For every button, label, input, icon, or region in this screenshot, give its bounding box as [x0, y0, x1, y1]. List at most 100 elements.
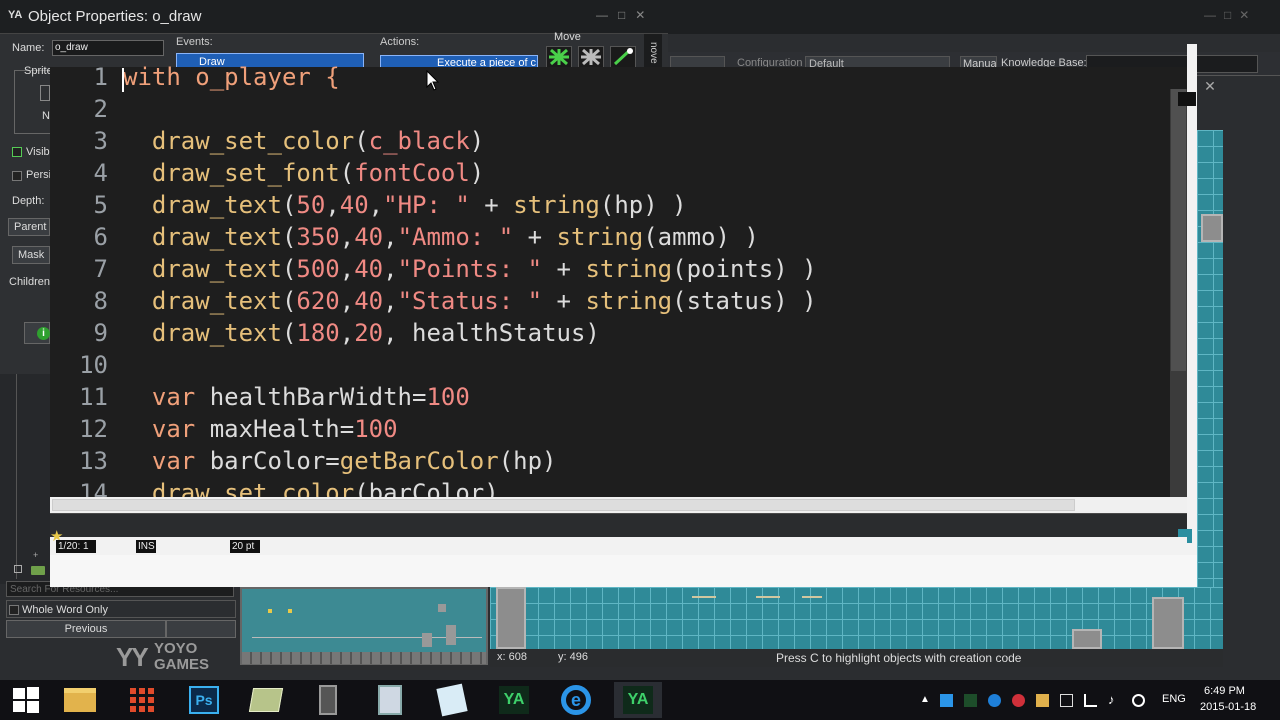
code-line[interactable]: 1 with o_player { [50, 61, 1170, 93]
maximize-icon[interactable]: □ [618, 8, 625, 22]
whole-word-checkbox[interactable] [9, 605, 19, 615]
code-line[interactable]: 13 var barColor=getBarColor(hp) [50, 445, 1170, 477]
code-line[interactable]: 5 draw_text(50,40,"HP: " + string(hp) ) [50, 189, 1170, 221]
next-button[interactable] [166, 620, 236, 638]
code-text[interactable]: draw_set_font(fontCool) [123, 157, 484, 189]
clock-time[interactable]: 6:49 PM [1204, 685, 1245, 697]
code-vertical-scroll-thumb[interactable] [1171, 89, 1186, 371]
updater-tray-icon[interactable] [988, 694, 1001, 707]
wall-block[interactable] [1152, 597, 1184, 649]
code-token: "Status: " [397, 287, 543, 315]
line-number: 6 [93, 223, 108, 251]
notes-icon[interactable] [242, 682, 290, 718]
code-text[interactable]: draw_text(180,20, healthStatus) [123, 317, 600, 349]
room-grid[interactable] [490, 587, 1223, 649]
folder-icon [31, 566, 45, 575]
code-editor[interactable]: 1 with o_player {2 3 draw_set_color(c_blac… [50, 63, 1187, 513]
mouse-cursor-icon [426, 70, 440, 91]
language-indicator[interactable]: ENG [1162, 693, 1186, 705]
wall-block[interactable] [1201, 214, 1223, 242]
volume-icon[interactable]: ♪ [1108, 692, 1115, 707]
code-text[interactable]: draw_text(500,40,"Points: " + string(poi… [123, 253, 817, 285]
code-text[interactable]: var barColor=getBarColor(hp) [123, 445, 557, 477]
code-token: "HP: " [383, 191, 470, 219]
file-explorer-icon[interactable] [56, 682, 104, 718]
parent-button[interactable]: Parent [8, 218, 50, 236]
code-token: 20 [354, 319, 384, 347]
close-icon[interactable]: ✕ [635, 8, 645, 22]
code-text[interactable]: with o_player { [123, 61, 340, 93]
code-line[interactable]: 12 var maxHealth=100 [50, 413, 1170, 445]
code-text[interactable]: draw_text(620,40,"Status: " + string(sta… [123, 285, 817, 317]
code-token: draw_set_font [123, 159, 340, 187]
code-line[interactable]: 7 draw_text(500,40,"Points: " + string(p… [50, 253, 1170, 285]
object-window-controls[interactable]: — □ ✕ [596, 8, 645, 22]
sprite-new-button[interactable]: N [42, 110, 50, 122]
code-token: (points) ) [672, 255, 817, 283]
whole-word-only-option[interactable]: Whole Word Only [6, 600, 236, 618]
code-token: c_black [368, 127, 470, 155]
windows-start-icon[interactable] [2, 682, 50, 718]
minimize-icon[interactable]: — [596, 8, 608, 22]
network-icon[interactable] [1084, 694, 1097, 707]
children-label: Children: [9, 276, 54, 288]
battery-icon[interactable] [1060, 694, 1073, 707]
internet-explorer-icon[interactable]: e [552, 682, 600, 718]
code-text[interactable]: var maxHealth=100 [123, 413, 398, 445]
folder-icon [64, 688, 96, 712]
code-token: 180 [296, 319, 340, 347]
code-line[interactable]: 9 draw_text(180,20, healthStatus) [50, 317, 1170, 349]
tray-app-icon[interactable] [1036, 694, 1049, 707]
close-icon[interactable]: ✕ [1196, 78, 1224, 98]
sync-icon[interactable] [1132, 694, 1145, 707]
tree-line [16, 374, 17, 579]
visible-checkbox[interactable] [12, 147, 22, 157]
calculator-icon[interactable] [366, 682, 414, 718]
tray-overflow-icon[interactable]: ▲ [920, 694, 930, 705]
code-token: , healthStatus) [383, 319, 600, 347]
code-text[interactable]: draw_set_color(c_black) [123, 125, 484, 157]
code-line[interactable]: 6 draw_text(350,40,"Ammo: " + string(amm… [50, 221, 1170, 253]
code-line[interactable]: 3 draw_set_color(c_black) [50, 125, 1170, 157]
previous-button[interactable]: Previous [6, 620, 166, 638]
code-text[interactable]: var healthBarWidth=100 [123, 381, 470, 413]
code-token: 350 [296, 223, 340, 251]
photoshop-icon[interactable]: Ps [180, 682, 228, 718]
editor-tab-button[interactable] [1178, 92, 1196, 106]
name-input[interactable]: o_draw [52, 40, 164, 56]
code-text[interactable]: draw_text(50,40,"HP: " + string(hp) ) [123, 189, 687, 221]
code-text[interactable]: draw_text(350,40,"Ammo: " + string(ammo)… [123, 221, 759, 253]
gamemaker-icon[interactable]: YA [490, 682, 538, 718]
tray-app-icon[interactable] [940, 694, 953, 707]
close-icon[interactable]: ✕ [1239, 8, 1249, 24]
gamemaker-tray-icon[interactable] [964, 694, 977, 707]
code-token: , [339, 287, 355, 315]
wall-block[interactable] [496, 587, 526, 649]
code-horizontal-scroll-thumb[interactable] [52, 499, 1075, 511]
resource-tree-panel: + [0, 374, 50, 584]
line-number: 13 [79, 447, 108, 475]
info-button[interactable]: i [24, 322, 50, 344]
clock-date[interactable]: 2015-01-18 [1200, 701, 1256, 713]
ide-window-controls[interactable]: — □ ✕ [1204, 8, 1274, 24]
minimize-icon[interactable]: — [1204, 8, 1216, 24]
code-line[interactable]: 2 [50, 93, 1170, 125]
persistent-checkbox[interactable] [12, 171, 22, 181]
code-line[interactable]: 10 [50, 349, 1170, 381]
wall-block[interactable] [1072, 629, 1102, 649]
code-token: "Points: " [397, 255, 543, 283]
tree-collapse-icon[interactable] [14, 565, 22, 573]
code-line[interactable]: 11 var healthBarWidth=100 [50, 381, 1170, 413]
maximize-icon[interactable]: □ [1224, 8, 1231, 24]
tree-expand-icon[interactable]: + [33, 550, 38, 560]
store-icon[interactable] [118, 682, 166, 718]
mask-button[interactable]: Mask [12, 246, 50, 264]
code-line[interactable]: 8 draw_text(620,40,"Status: " + string(s… [50, 285, 1170, 317]
sprite-selector[interactable] [40, 85, 50, 101]
paper-icon[interactable] [428, 682, 476, 718]
room-grid-right[interactable] [1197, 130, 1223, 650]
code-line[interactable]: 4 draw_set_font(fontCool) [50, 157, 1170, 189]
gamemaker-active-icon[interactable]: YA [614, 682, 662, 718]
media-icon[interactable] [304, 682, 352, 718]
antivirus-tray-icon[interactable] [1012, 694, 1025, 707]
